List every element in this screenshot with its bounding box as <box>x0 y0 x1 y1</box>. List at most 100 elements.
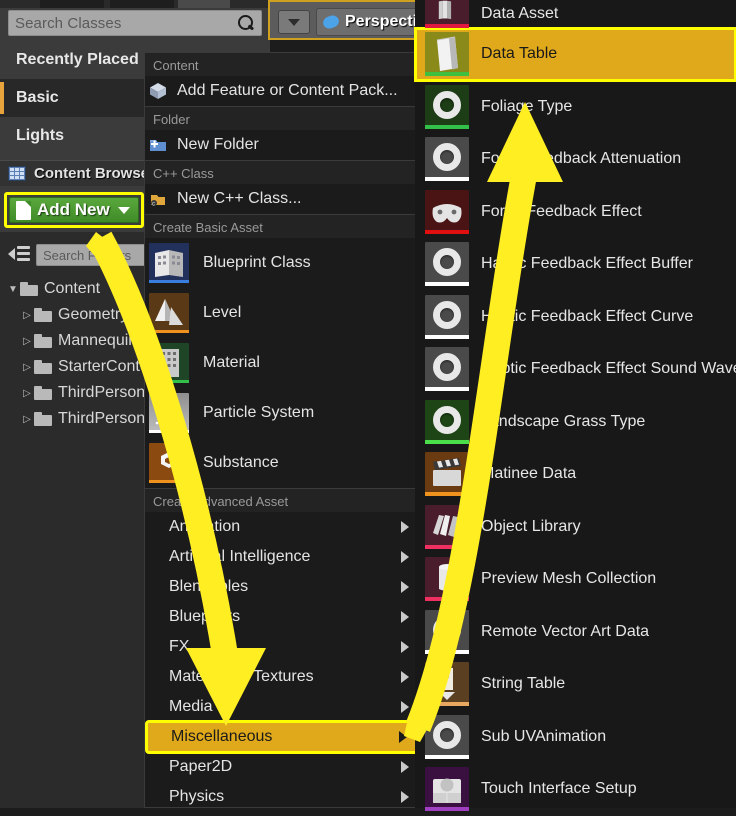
menu-item-substance[interactable]: Substance <box>145 438 419 488</box>
search-classes-placeholder: Search Classes <box>15 14 122 32</box>
menu-item-particle-system[interactable]: Particle System <box>145 388 419 438</box>
menu-item-label: Physics <box>169 788 225 805</box>
menu-item-label: Substance <box>203 454 279 471</box>
submenu-item-label: Remote Vector Art Data <box>481 622 650 640</box>
tree-item-label: Content <box>44 280 101 297</box>
panel-tab-chip[interactable] <box>40 0 104 8</box>
data-table-icon <box>425 32 469 77</box>
submenu-arrow-icon <box>401 791 409 803</box>
material-icon <box>149 343 189 383</box>
search-folders-input[interactable]: Search Folders <box>36 244 160 266</box>
submenu-item-data-asset[interactable]: Data Asset <box>415 0 736 28</box>
menu-item-blueprints[interactable]: Blueprints <box>145 602 419 632</box>
submenu-item-force-feedback-effect[interactable]: Force Feedback Effect <box>415 186 736 239</box>
submenu-item-label: String Table <box>481 675 566 693</box>
submenu-arrow-icon <box>399 731 407 743</box>
expander-icon[interactable]: ▷ <box>20 388 34 399</box>
menu-item-new-folder[interactable]: New Folder <box>145 130 419 160</box>
force-feedback-effect-icon <box>425 189 469 234</box>
menu-item-label: Paper2D <box>169 758 233 775</box>
foliage-type-icon <box>425 84 469 129</box>
expander-icon[interactable]: ▷ <box>20 414 34 425</box>
add-new-dropdown-menu: Content Add Feature or Content Pack... F… <box>144 52 420 808</box>
submenu-item-data-table[interactable]: Data Table <box>414 27 736 82</box>
tree-item-label: Mannequin <box>58 332 138 349</box>
menu-section-folder: Folder <box>145 107 419 130</box>
submenu-item-label: Matinee Data <box>481 465 577 483</box>
matinee-data-icon <box>425 452 469 497</box>
search-icon <box>237 14 255 32</box>
submenu-item-object-library[interactable]: Object Library <box>415 501 736 554</box>
submenu-item-haptic-feedback-effect-buffer[interactable]: Haptic Feedback Effect Buffer <box>415 238 736 291</box>
panel-tab-strip <box>0 0 270 8</box>
remote-vector-art-data-icon <box>425 609 469 654</box>
submenu-item-force-feedback-attenuation[interactable]: Force Feedback Attenuation <box>415 133 736 186</box>
folder-icon <box>34 386 52 400</box>
submenu-item-label: Foliage Type <box>481 97 573 115</box>
add-new-button[interactable]: Add New <box>9 197 139 223</box>
menu-item-label: Add Feature or Content Pack... <box>177 82 398 99</box>
menu-item-miscellaneous[interactable]: Miscellaneous <box>145 720 419 754</box>
menu-item-add-feature-or-content-pack[interactable]: Add Feature or Content Pack... <box>145 76 419 106</box>
submenu-item-remote-vector-art-data[interactable]: Remote Vector Art Data <box>415 606 736 659</box>
content-browser-tab-label: Content Browser <box>34 165 155 182</box>
submenu-arrow-icon <box>401 581 409 593</box>
menu-section-cpp-class: C++ Class <box>145 161 419 184</box>
submenu-item-label: Preview Mesh Collection <box>481 570 657 588</box>
menu-item-blendables[interactable]: Blendables <box>145 572 419 602</box>
submenu-item-label: Landscape Grass Type <box>481 412 646 430</box>
chevron-down-icon <box>117 206 130 214</box>
folder-icon <box>34 360 52 374</box>
menu-item-material[interactable]: Material <box>145 338 419 388</box>
menu-item-materials-and-textures[interactable]: Materials & Textures <box>145 662 419 692</box>
submenu-item-haptic-feedback-effect-curve[interactable]: Haptic Feedback Effect Curve <box>415 291 736 344</box>
menu-item-fx[interactable]: FX <box>145 632 419 662</box>
folder-icon <box>34 334 52 348</box>
panel-tab-chip[interactable] <box>178 0 230 8</box>
tree-item-label: Geometry <box>58 306 129 323</box>
menu-section-create-advanced-asset: Create Advanced Asset <box>145 489 419 512</box>
expander-icon[interactable]: ▼ <box>6 284 20 295</box>
submenu-item-label: Haptic Feedback Effect Buffer <box>481 255 693 273</box>
expander-icon[interactable]: ▷ <box>20 362 34 373</box>
panel-tab-chip[interactable] <box>110 0 174 8</box>
expander-icon[interactable]: ▷ <box>20 310 34 321</box>
touch-interface-setup-icon <box>425 767 469 812</box>
submenu-arrow-icon <box>401 761 409 773</box>
menu-item-new-cpp-class[interactable]: c New C++ Class... <box>145 184 419 214</box>
search-classes-input[interactable]: Search Classes <box>8 10 262 36</box>
folder-icon <box>34 308 52 322</box>
menu-item-paper2d[interactable]: Paper2D <box>145 752 419 782</box>
submenu-item-string-table[interactable]: String Table <box>415 658 736 711</box>
menu-item-label: FX <box>169 638 190 655</box>
add-new-button-highlight: Add New <box>4 192 144 228</box>
miscellaneous-submenu: Data Asset Data Table Foliage Type Force… <box>414 0 736 812</box>
category-label: Recently Placed <box>16 51 139 68</box>
viewport-view-mode-button[interactable]: Perspective <box>316 8 435 36</box>
collapse-sources-icon[interactable] <box>8 245 30 263</box>
menu-item-media[interactable]: Media <box>145 692 419 722</box>
object-library-icon <box>425 504 469 549</box>
submenu-item-matinee-data[interactable]: Matinee Data <box>415 448 736 501</box>
menu-item-animation[interactable]: Animation <box>145 512 419 542</box>
submenu-item-landscape-grass-type[interactable]: Landscape Grass Type <box>415 396 736 449</box>
viewport-options-dropdown[interactable] <box>278 10 310 34</box>
expander-icon[interactable]: ▷ <box>20 336 34 347</box>
perspective-eye-icon <box>321 13 341 31</box>
menu-section-create-basic-asset: Create Basic Asset <box>145 215 419 238</box>
menu-item-label: Particle System <box>203 404 315 421</box>
submenu-item-sub-uvanimation[interactable]: Sub UVAnimation <box>415 711 736 764</box>
new-document-icon <box>16 200 31 220</box>
submenu-item-foliage-type[interactable]: Foliage Type <box>415 81 736 134</box>
menu-item-level[interactable]: Level <box>145 288 419 338</box>
haptic-feedback-effect-buffer-icon <box>425 242 469 287</box>
menu-item-label: New Folder <box>177 136 259 153</box>
menu-item-artificial-intelligence[interactable]: Artificial Intelligence <box>145 542 419 572</box>
menu-item-blueprint-class[interactable]: Blueprint Class <box>145 238 419 288</box>
category-label: Lights <box>16 127 64 144</box>
submenu-item-label: Data Table <box>481 45 558 63</box>
force-feedback-attenuation-icon <box>425 137 469 182</box>
menu-item-label: Material <box>203 354 260 371</box>
submenu-item-haptic-feedback-effect-sound-wave[interactable]: Haptic Feedback Effect Sound Wave <box>415 343 736 396</box>
submenu-item-preview-mesh-collection[interactable]: Preview Mesh Collection <box>415 553 736 606</box>
